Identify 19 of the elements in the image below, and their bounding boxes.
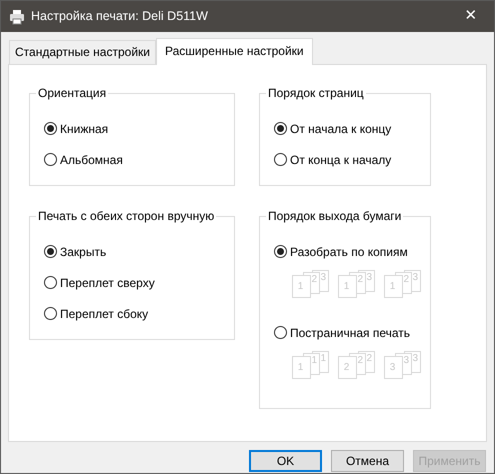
radio-label: От начала к концу [290,120,392,138]
group-title: Порядок выхода бумаги [267,210,402,222]
group-title: Печать с обеих сторон вручную [37,210,216,222]
tab[interactable]: Стандартные настройки [9,40,156,64]
dialog-button[interactable]: Отмена [331,450,404,472]
dialog-button[interactable]: OK [249,450,322,472]
radio-label: Переплет сбоку [60,306,148,322]
radio-label: Переплет сверху [60,274,155,292]
radio-label: Книжная [60,120,108,138]
group-title: Ориентация [37,87,108,99]
radio-label: Разобрать по копиям [290,244,408,260]
tab[interactable]: Расширенные настройки [156,38,313,65]
close-button[interactable]: ✕ [448,1,494,32]
radio-label: От конца к началу [290,152,392,168]
window-title: Настройка печати: Deli D511W [31,8,208,26]
radio-label: Закрыть [60,244,106,260]
group-title: Порядок страниц [267,87,365,99]
radio-label: Постраничная печать [290,324,410,342]
radio-label: Альбомная [60,152,123,168]
